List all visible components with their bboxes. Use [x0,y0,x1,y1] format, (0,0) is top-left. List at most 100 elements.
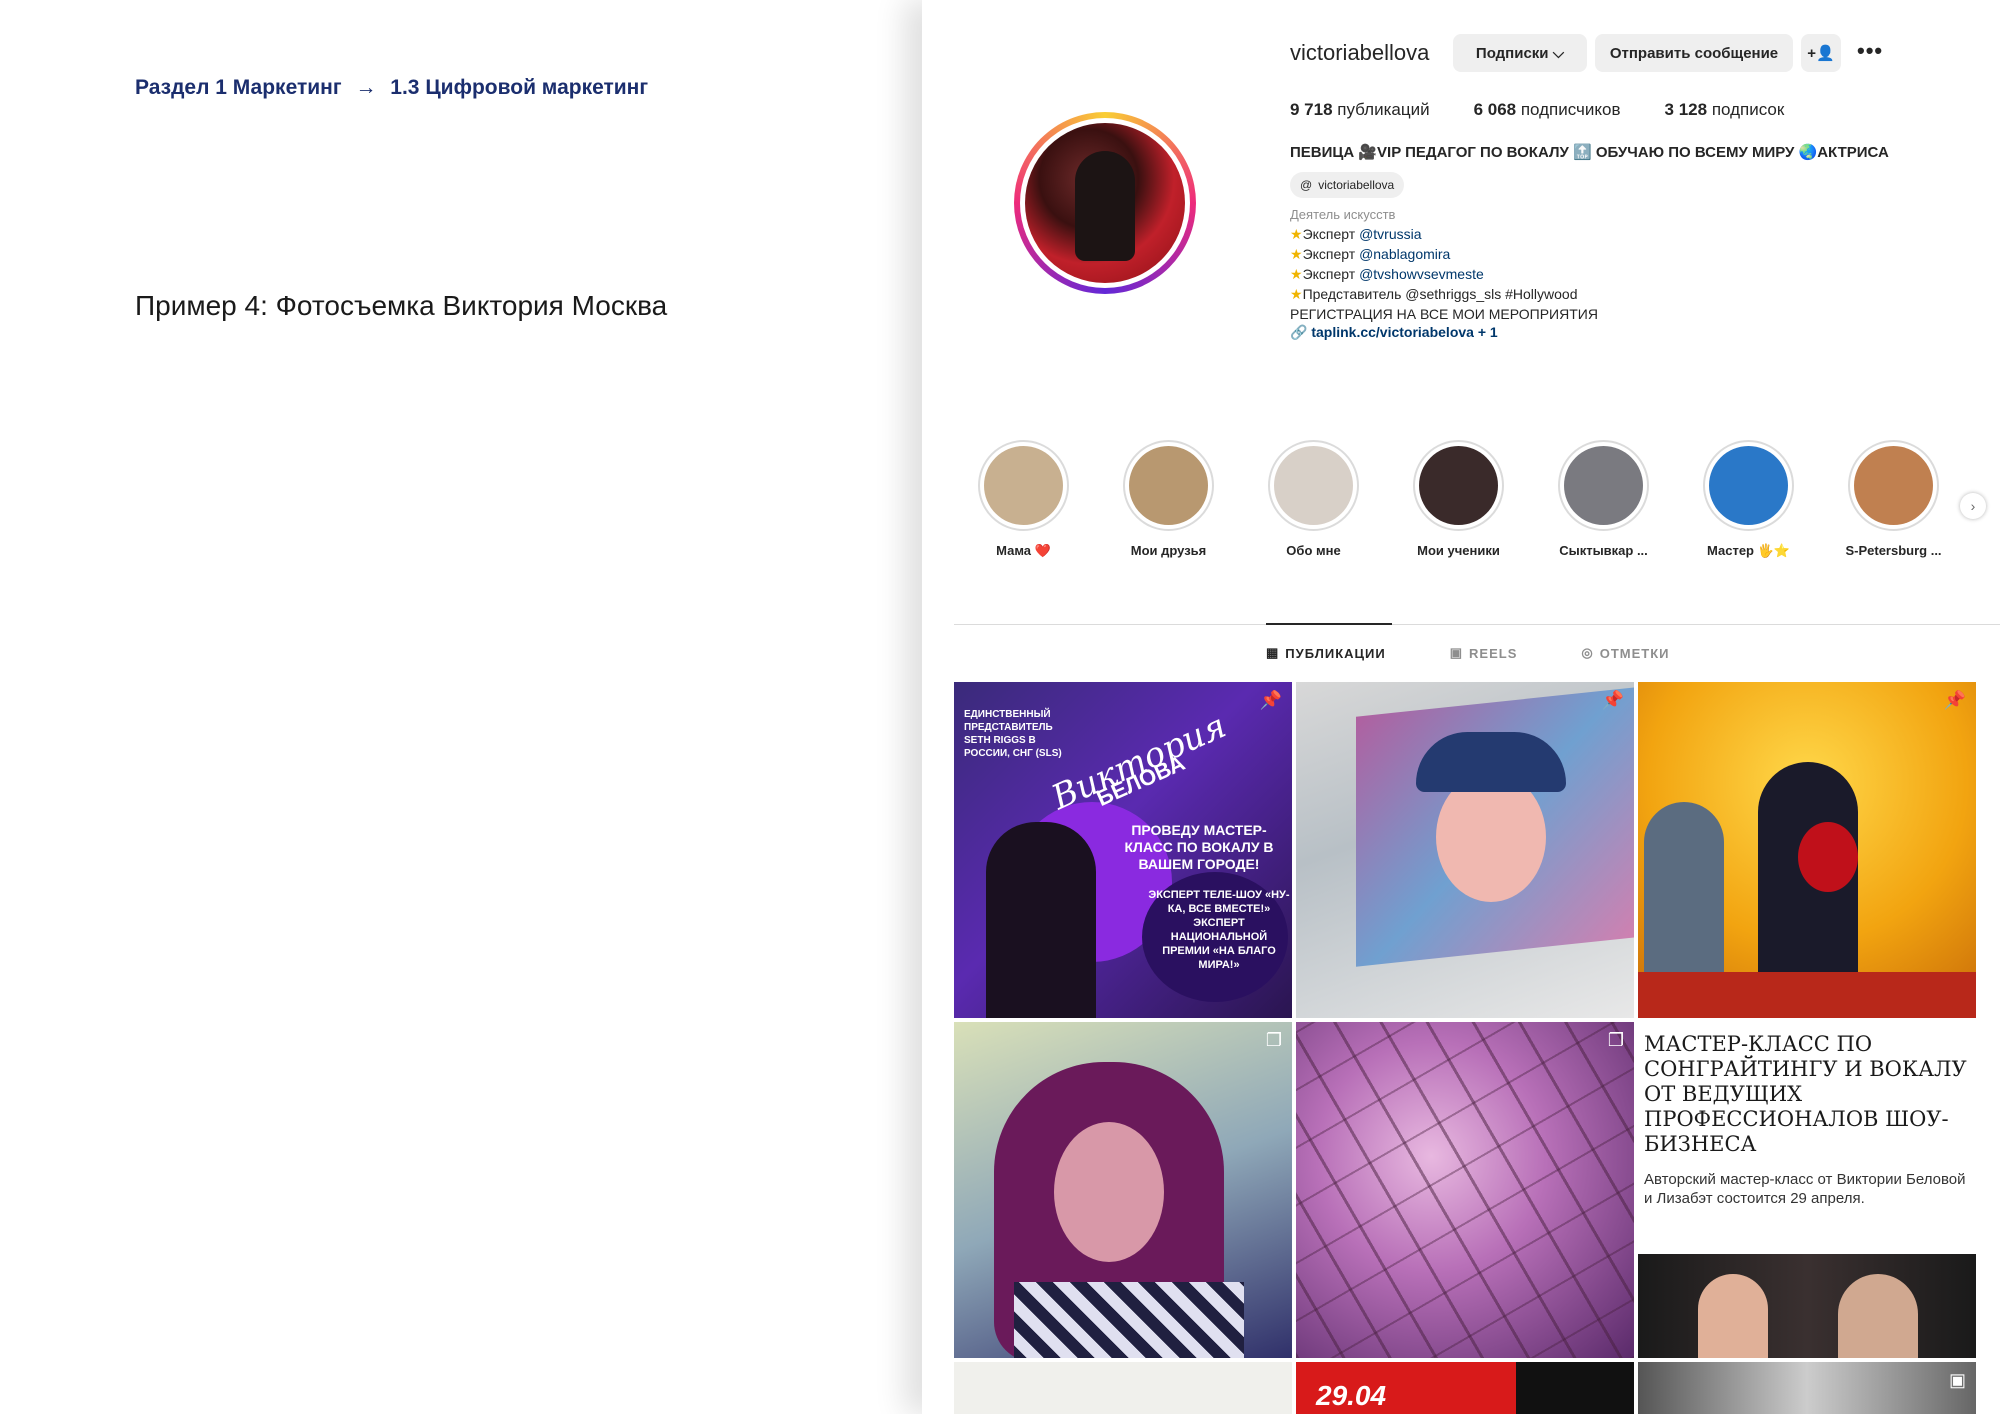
post-tile[interactable] [1638,1254,1976,1358]
highlight-cover [1274,446,1353,525]
post-cta: ПРОВЕДУ МАСТЕР-КЛАСС ПО ВОКАЛУ В ВАШЕМ Г… [1124,822,1274,872]
post-tile[interactable]: МАСТЕР-КЛАСС ПО СОНГРАЙТИНГУ И ВОКАЛУ ОТ… [1638,1022,1976,1232]
posts-label: публикаций [1337,100,1430,119]
bio-mention[interactable]: @sethriggs_sls #Hollywood [1405,286,1577,302]
post-photo [1416,732,1566,792]
reels-icon: ▣ [1948,1370,1966,1390]
grid-icon: ▦ [1266,645,1280,660]
highlight-item[interactable]: Мастер 🖐⭐ [1703,440,1794,559]
pin-icon: 📌 [1259,690,1282,710]
threads-chip[interactable]: @ victoriabellova [1290,172,1405,198]
highlight-ring [1558,440,1649,531]
profile-stats: 9 718 публикаций 6 068 подписчиков 3 128… [1290,100,1784,120]
highlight-item[interactable]: Сыктывкар ... [1558,440,1649,559]
highlight-label: Мои друзья [1130,543,1207,558]
instagram-profile-screenshot: victoriabellova Подписки ⌵ Отправить соо… [922,0,2000,1414]
profile-category: Деятель искусств [1290,207,1396,222]
breadcrumb-arrow: → [355,76,377,99]
more-options-icon[interactable]: ••• [1857,38,1883,64]
post-text: ЕДИНСТВЕННЫЙ ПРЕДСТАВИТЕЛЬ SETH RIGGS В … [964,709,1062,759]
reels-icon: ▣ [1449,645,1464,660]
following-stat[interactable]: 3 128 подписок [1665,100,1785,120]
page: Раздел 1 Маркетинг → 1.3 Цифровой маркет… [0,0,2000,1414]
tagged-icon: ◎ [1581,645,1594,660]
bio-list: ★Эксперт @tvrussia ★Эксперт @nablagomira… [1290,224,1598,324]
tab-label: ОТМЕТКИ [1599,645,1670,661]
following-button[interactable]: Подписки ⌵ [1453,34,1587,72]
posts-stat: 9 718 публикаций [1290,100,1430,120]
threads-icon: @ [1300,178,1313,192]
post-photo [1638,972,1976,1018]
post-tile[interactable]: 📌 [1638,682,1976,1018]
highlight-cover [1419,446,1498,525]
bio-mention[interactable]: @tvshowvsevmeste [1359,266,1484,282]
bio-prefix: Эксперт [1302,226,1356,242]
posts-count: 9 718 [1290,100,1333,119]
profile-avatar[interactable] [1014,112,1196,294]
profile-link[interactable]: 🔗 taplink.cc/victoriabelova + 1 [1290,324,1498,341]
tab-label: REELS [1469,645,1518,661]
post-photo [1516,1362,1634,1414]
post-tile[interactable]: 29.04 [1296,1362,1634,1414]
post-photo [1698,1274,1768,1358]
highlight-item[interactable]: Мама ❤️ [978,440,1069,559]
post-photo [1838,1274,1918,1358]
highlight-item[interactable]: Мои друзья [1123,440,1214,559]
send-message-button[interactable]: Отправить сообщение [1595,34,1793,72]
breadcrumb: Раздел 1 Маркетинг → 1.3 Цифровой маркет… [135,76,656,100]
avatar-photo [1025,123,1185,283]
following-label: подписок [1711,100,1785,119]
followers-stat[interactable]: 6 068 подписчиков [1474,100,1621,120]
highlight-ring [1413,440,1504,531]
star-icon: ★ [1290,266,1303,282]
carousel-icon: ❐ [1265,1030,1282,1050]
highlight-ring [1703,440,1794,531]
post-headline: МАСТЕР-КЛАСС ПО СОНГРАЙТИНГУ И ВОКАЛУ ОТ… [1644,1032,1967,1156]
post-text: ЭКСПЕРТ ТЕЛЕ-ШОУ «НУ-КА, ВСЕ ВМЕСТЕ!» ЭК… [1148,889,1290,971]
highlight-item[interactable]: S-Petersburg ... [1845,440,1942,559]
post-tile[interactable]: ▣ [1638,1362,1976,1414]
tab-posts[interactable]: ▦ ПУБЛИКАЦИИ [1266,645,1386,661]
bio-mention[interactable]: @tvrussia [1359,226,1421,242]
story-highlights: Мама ❤️ Мои друзья Обо мне Мои ученики С… [978,440,1942,559]
bio-item: ★Представитель @sethriggs_sls #Hollywood [1290,284,1598,304]
tabs-divider [954,624,2000,625]
post-photo [1798,822,1858,892]
bio-mention[interactable]: @nablagomira [1359,246,1450,262]
profile-username: victoriabellova [1290,40,1430,65]
highlight-label: S-Petersburg ... [1845,543,1942,558]
bio-item: ★Эксперт @nablagomira [1290,244,1598,264]
followers-label: подписчиков [1520,100,1621,119]
tab-reels[interactable]: ▣ REELS [1450,645,1518,661]
star-icon: ★ [1290,246,1303,262]
active-tab-indicator [1266,623,1392,625]
post-tile[interactable]: ЕДИНСТВЕННЫЙ ПРЕДСТАВИТЕЛЬ SETH RIGGS В … [954,682,1292,1018]
highlight-cover [1854,446,1933,525]
avatar-inner [1020,118,1190,288]
highlight-ring [1848,440,1939,531]
highlight-item[interactable]: Мои ученики [1413,440,1504,559]
bio-prefix: Представитель [1302,286,1402,302]
highlight-item[interactable]: Обо мне [1268,440,1359,559]
post-tile[interactable]: 📌 [1296,682,1634,1018]
add-user-icon[interactable]: +👤 [1801,34,1841,72]
followers-count: 6 068 [1473,100,1517,119]
bio-prefix: Эксперт [1302,266,1356,282]
example-title: Пример 4: Фотосъемка Виктория Москва [135,290,668,321]
post-tile[interactable] [954,1362,1292,1414]
post-photo [1054,1122,1164,1262]
post-tile[interactable]: ❐ [1296,1022,1634,1358]
highlight-cover [1129,446,1208,525]
profile-tabs: ▦ ПУБЛИКАЦИИ ▣ REELS ◎ ОТМЕТКИ [1266,645,1670,661]
highlight-cover [1709,446,1788,525]
highlight-label: Мастер 🖐⭐ [1707,543,1790,558]
star-icon: ★ [1290,226,1303,242]
profile-link-text: taplink.cc/victoriabelova + 1 [1311,324,1498,340]
post-photo [1014,1282,1244,1358]
post-tile[interactable]: ❐ [954,1022,1292,1358]
tab-tagged[interactable]: ◎ ОТМЕТКИ [1581,645,1669,661]
highlight-cover [984,446,1063,525]
highlight-label: Мои ученики [1417,543,1500,558]
post-date: 29.04 [1316,1380,1387,1411]
chevron-right-icon[interactable]: › [1960,493,1986,519]
